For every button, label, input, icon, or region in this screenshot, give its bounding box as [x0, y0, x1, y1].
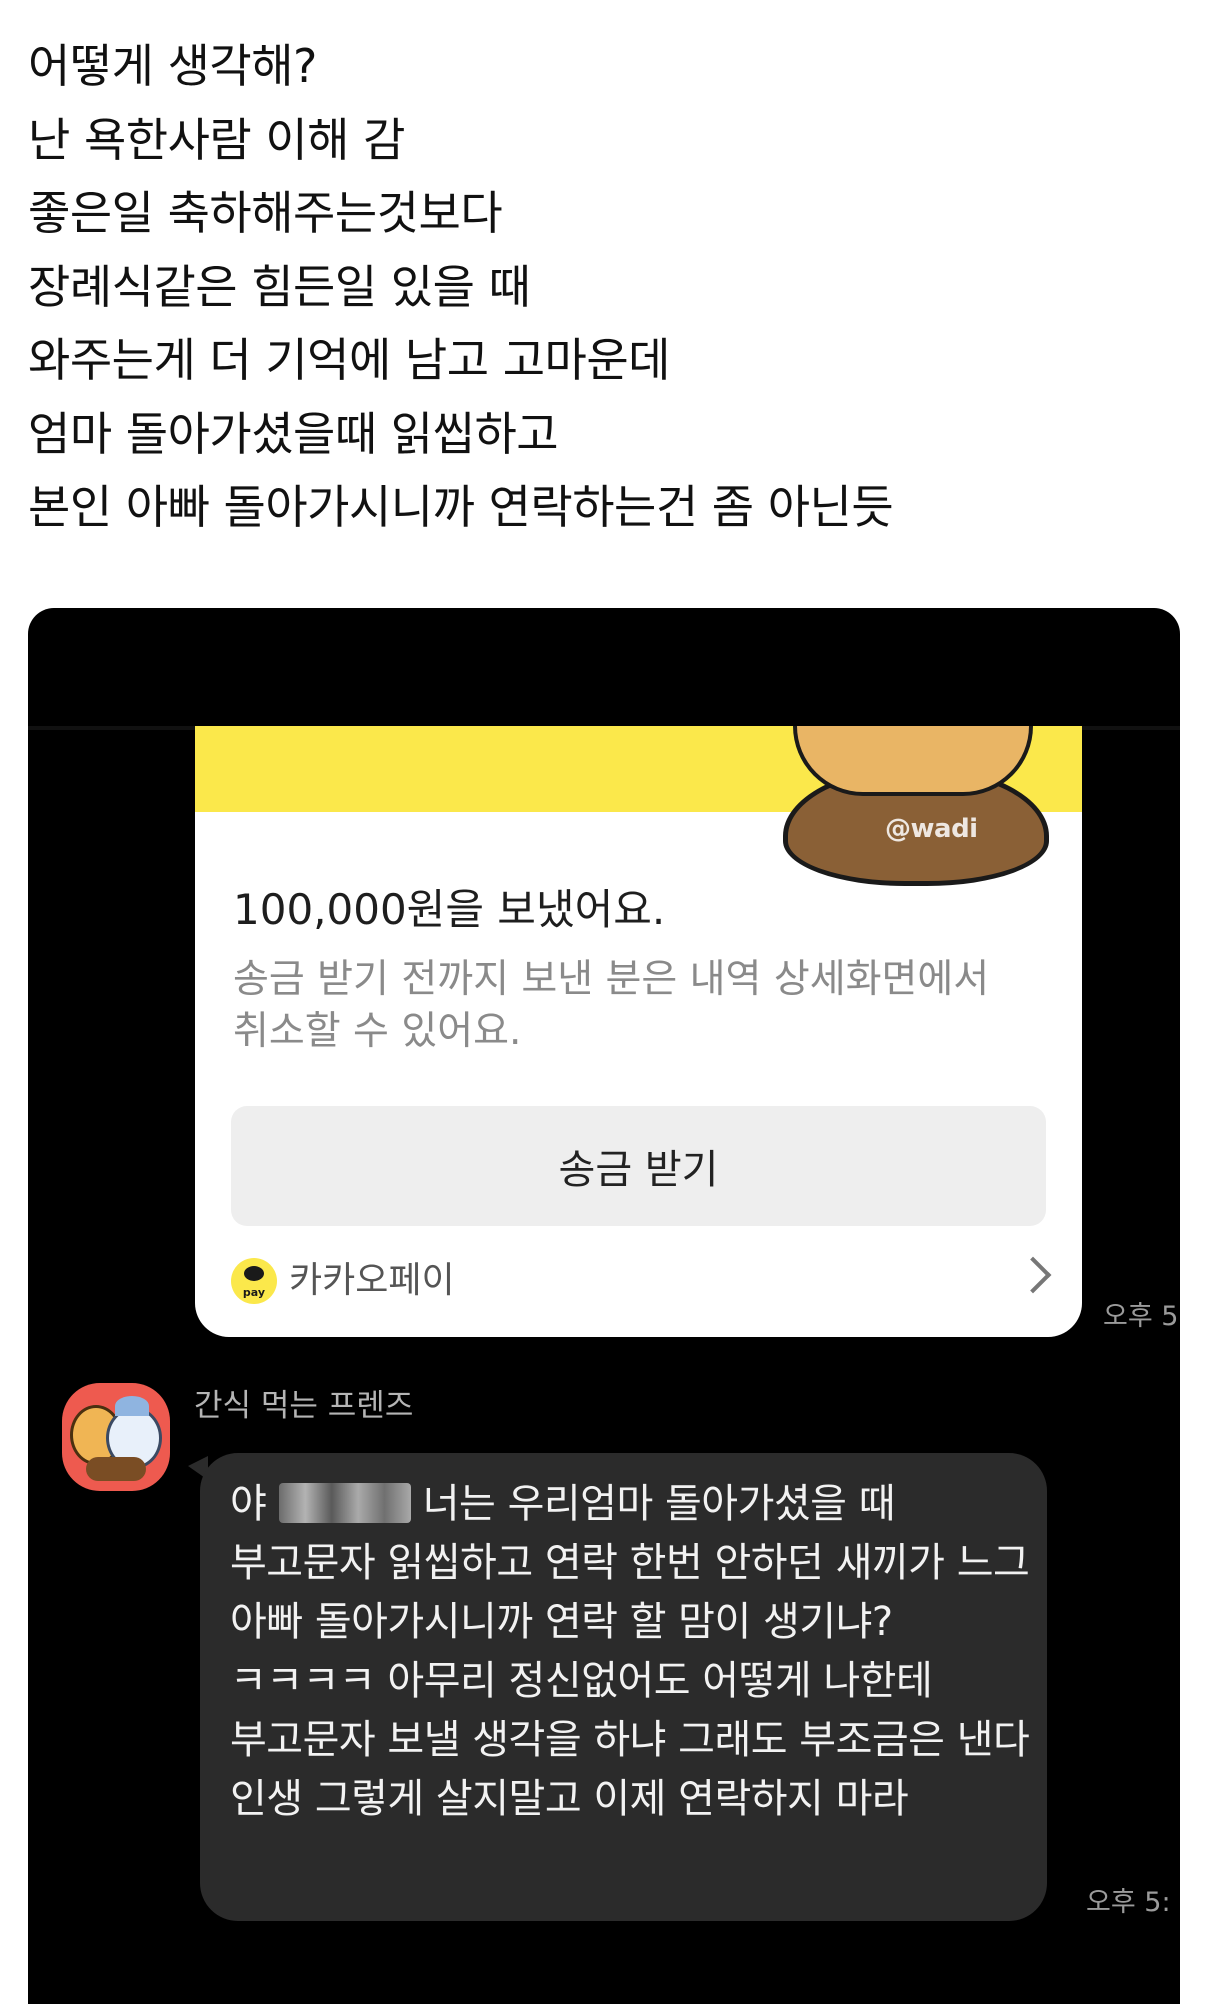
post-line: 좋은일 축하해주는것보다 — [28, 186, 503, 240]
payment-card[interactable]: @wadi 100,000원을 보냈어요. 송금 받기 전까지 보낸 분은 내역… — [195, 726, 1082, 1337]
chevron-right-icon[interactable] — [1014, 1256, 1052, 1294]
post-text: 어떻게 생각해? 난 욕한사람 이해 감 좋은일 축하해주는것보다 장례식같은 … — [28, 30, 1178, 545]
post-line: 난 욕한사람 이해 감 — [28, 112, 405, 167]
kakaopay-logo-icon: pay — [231, 1258, 277, 1304]
post-line: 어떻게 생각해? — [28, 39, 317, 93]
chat-screenshot: @wadi 100,000원을 보냈어요. 송금 받기 전까지 보낸 분은 내역… — [28, 608, 1180, 2004]
avatar-snack-icon — [86, 1457, 146, 1481]
blurred-name — [278, 1483, 411, 1523]
post-line: 장례식같은 힘든일 있을 때 — [28, 259, 531, 314]
payment-amount: 100,000원을 보냈어요. — [233, 885, 666, 934]
kakaopay-logo-text: pay — [242, 1286, 266, 1299]
payment-description: 송금 받기 전까지 보낸 분은 내역 상세화면에서 취소할 수 있어요. — [233, 957, 990, 1054]
message-body: 너는 우리엄마 돌아가셨을 때 부고문자 읽씹하고 연락 한번 안하던 새끼가 … — [230, 1481, 1030, 1822]
avatar[interactable] — [62, 1383, 170, 1491]
receive-transfer-button[interactable]: 송금 받기 — [231, 1106, 1046, 1226]
post-line: 와주는게 더 기억에 남고 고마운데 — [28, 333, 670, 387]
kakaopay-brand: 카카오페이 — [289, 1260, 455, 1301]
message-time: 오후 5: — [1086, 1887, 1171, 1918]
message-bubble[interactable]: 야 너는 우리엄마 돌아가셨을 때 부고문자 읽씹하고 연락 한번 안하던 새끼… — [200, 1453, 1047, 1921]
message-text: 야 너는 우리엄마 돌아가셨을 때 부고문자 읽씹하고 연락 한번 안하던 새끼… — [230, 1475, 1042, 1829]
character-hat-illustration — [793, 726, 1033, 796]
payment-footer[interactable]: pay 카카오페이 — [231, 1254, 1052, 1308]
message-prefix: 야 — [230, 1481, 267, 1527]
watermark: @wadi — [885, 814, 978, 844]
message-time: 오후 5 — [1103, 1301, 1179, 1332]
post-line: 엄마 돌아가셨을때 읽씹하고 — [28, 406, 559, 461]
post-line: 본인 아빠 돌아가시니까 연락하는건 좀 아닌듯 — [28, 480, 894, 534]
sender-name: 간식 먹는 프렌즈 — [194, 1388, 414, 1424]
